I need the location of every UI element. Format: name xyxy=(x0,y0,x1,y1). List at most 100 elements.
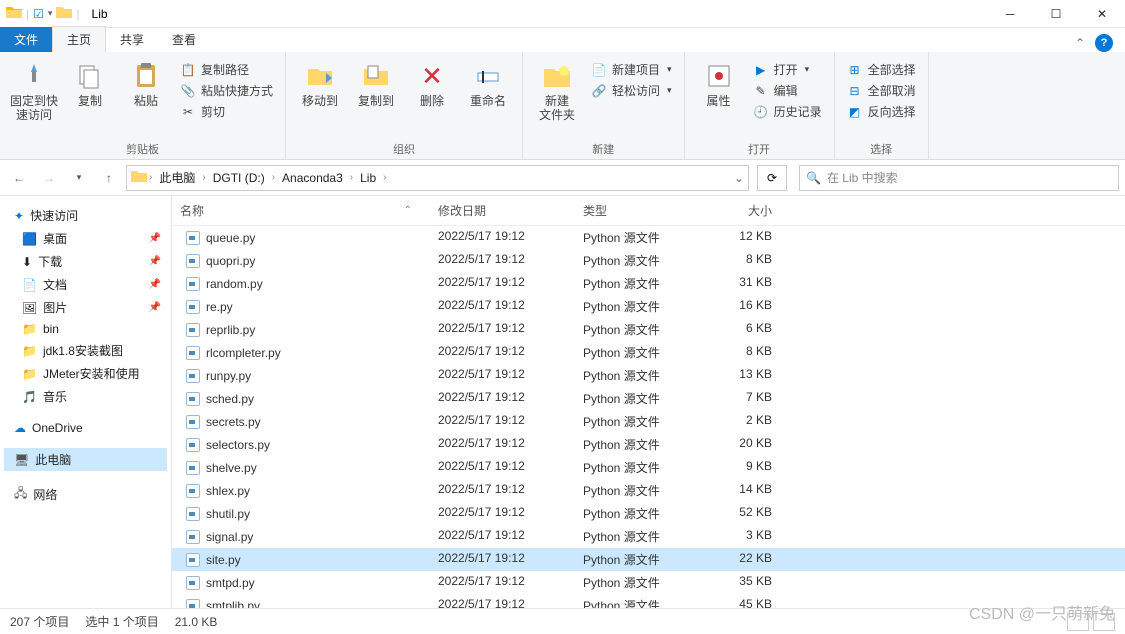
python-file-icon xyxy=(186,576,200,590)
tab-home[interactable]: 主页 xyxy=(52,26,106,52)
breadcrumb[interactable]: 此电脑 xyxy=(154,169,200,186)
file-row[interactable]: random.py2022/5/17 19:12Python 源文件31 KB xyxy=(172,272,1125,295)
cut-button[interactable]: ✂剪切 xyxy=(178,102,275,121)
status-item-count: 207 个项目 xyxy=(10,613,69,630)
file-row[interactable]: smtplib.py2022/5/17 19:12Python 源文件45 KB xyxy=(172,594,1125,608)
copy-to-button[interactable]: 复制到 xyxy=(352,56,400,108)
sidebar-item[interactable]: 📁jdk1.8安装截图 xyxy=(4,339,167,362)
copy-path-button[interactable]: 📋复制路径 xyxy=(178,60,275,79)
document-icon: 📄 xyxy=(22,278,37,292)
sidebar-item[interactable]: 🎵音乐 xyxy=(4,385,167,408)
file-type: Python 源文件 xyxy=(575,595,700,608)
column-headers: 名称⌃ 修改日期 类型 大小 xyxy=(172,196,1125,226)
address-dropdown-icon[interactable]: ⌄ xyxy=(734,171,744,185)
pin-to-quickaccess-button[interactable]: 固定到快速访问 xyxy=(10,56,58,122)
search-input[interactable]: 🔍 在 Lib 中搜索 xyxy=(799,165,1119,191)
back-button[interactable]: ← xyxy=(6,165,32,191)
easy-access-icon: 🔗 xyxy=(591,83,607,99)
file-row[interactable]: shelve.py2022/5/17 19:12Python 源文件9 KB xyxy=(172,456,1125,479)
file-row[interactable]: shlex.py2022/5/17 19:12Python 源文件14 KB xyxy=(172,479,1125,502)
forward-button[interactable]: → xyxy=(36,165,62,191)
file-type: Python 源文件 xyxy=(575,411,700,432)
sidebar-item[interactable]: 📁bin xyxy=(4,319,167,339)
qat-check-icon[interactable]: ☑ xyxy=(33,7,44,21)
sidebar-item[interactable]: ⬇下载📌 xyxy=(4,250,167,273)
tab-file[interactable]: 文件 xyxy=(0,27,52,52)
new-folder-button[interactable]: 新建 文件夹 xyxy=(533,56,581,122)
new-item-icon: 📄 xyxy=(591,62,607,78)
view-large-button[interactable] xyxy=(1093,613,1115,631)
file-row[interactable]: signal.py2022/5/17 19:12Python 源文件3 KB xyxy=(172,525,1125,548)
file-row[interactable]: queue.py2022/5/17 19:12Python 源文件12 KB xyxy=(172,226,1125,249)
tab-view[interactable]: 查看 xyxy=(158,27,210,52)
column-date[interactable]: 修改日期 xyxy=(430,200,575,221)
sidebar-thispc[interactable]: 🖥此电脑 xyxy=(4,448,167,471)
view-details-button[interactable] xyxy=(1067,613,1089,631)
sidebar-network[interactable]: 🖧网络 xyxy=(4,481,167,508)
file-row[interactable]: selectors.py2022/5/17 19:12Python 源文件20 … xyxy=(172,433,1125,456)
file-size: 22 KB xyxy=(700,549,792,570)
sidebar-item[interactable]: 🖼图片📌 xyxy=(4,296,167,319)
history-button[interactable]: 🕘历史记录 xyxy=(751,102,824,121)
sidebar-item[interactable]: 📁JMeter安装和使用 xyxy=(4,362,167,385)
maximize-button[interactable]: ☐ xyxy=(1033,0,1079,28)
up-button[interactable]: ↑ xyxy=(96,165,122,191)
chevron-right-icon[interactable]: › xyxy=(149,172,152,183)
invert-selection-button[interactable]: ◩反向选择 xyxy=(845,102,918,121)
breadcrumb[interactable]: Anaconda3 xyxy=(277,171,348,185)
file-row[interactable]: re.py2022/5/17 19:12Python 源文件16 KB xyxy=(172,295,1125,318)
rename-button[interactable]: 重命名 xyxy=(464,56,512,108)
breadcrumb[interactable]: DGTI (D:) xyxy=(208,171,270,185)
file-row[interactable]: site.py2022/5/17 19:12Python 源文件22 KB xyxy=(172,548,1125,571)
properties-button[interactable]: 属性 xyxy=(695,56,743,108)
python-file-icon xyxy=(186,323,200,337)
address-bar[interactable]: › 此电脑› DGTI (D:)› Anaconda3› Lib› ⌄ xyxy=(126,165,749,191)
sidebar-item-label: jdk1.8安装截图 xyxy=(43,342,123,359)
file-row[interactable]: secrets.py2022/5/17 19:12Python 源文件2 KB xyxy=(172,410,1125,433)
ribbon-collapse-icon[interactable]: ⌃ xyxy=(1075,36,1085,50)
breadcrumb[interactable]: Lib xyxy=(355,171,381,185)
select-all-button[interactable]: ⊞全部选择 xyxy=(845,60,918,79)
qat-dropdown-icon[interactable]: ▾ xyxy=(48,8,53,19)
file-row[interactable]: smtpd.py2022/5/17 19:12Python 源文件35 KB xyxy=(172,571,1125,594)
delete-button[interactable]: ✕删除 xyxy=(408,56,456,108)
chevron-right-icon[interactable]: › xyxy=(383,172,386,183)
sidebar-item-label: 音乐 xyxy=(43,388,67,405)
file-type: Python 源文件 xyxy=(575,250,700,271)
select-none-button[interactable]: ⊟全部取消 xyxy=(845,81,918,100)
file-row[interactable]: shutil.py2022/5/17 19:12Python 源文件52 KB xyxy=(172,502,1125,525)
paste-shortcut-button[interactable]: 📎粘贴快捷方式 xyxy=(178,81,275,100)
easy-access-button[interactable]: 🔗轻松访问▾ xyxy=(589,81,674,100)
file-row[interactable]: sched.py2022/5/17 19:12Python 源文件7 KB xyxy=(172,387,1125,410)
tab-share[interactable]: 共享 xyxy=(106,27,158,52)
chevron-right-icon[interactable]: › xyxy=(272,172,275,183)
titlebar: | ☑ ▾ | Lib ─ ☐ ✕ xyxy=(0,0,1125,28)
file-name: rlcompleter.py xyxy=(206,346,281,360)
column-type[interactable]: 类型 xyxy=(575,200,700,221)
sidebar-item[interactable]: 📄文档📌 xyxy=(4,273,167,296)
column-size[interactable]: 大小 xyxy=(700,200,792,221)
refresh-button[interactable]: ⟳ xyxy=(757,165,787,191)
new-item-button[interactable]: 📄新建项目▾ xyxy=(589,60,674,79)
chevron-right-icon[interactable]: › xyxy=(350,172,353,183)
chevron-right-icon[interactable]: › xyxy=(202,172,205,183)
sidebar-item[interactable]: 🟦桌面📌 xyxy=(4,227,167,250)
file-row[interactable]: rlcompleter.py2022/5/17 19:12Python 源文件8… xyxy=(172,341,1125,364)
file-size: 45 KB xyxy=(700,595,792,608)
file-row[interactable]: runpy.py2022/5/17 19:12Python 源文件13 KB xyxy=(172,364,1125,387)
close-button[interactable]: ✕ xyxy=(1079,0,1125,28)
open-button[interactable]: ▶打开▾ xyxy=(751,60,824,79)
copy-button[interactable]: 复制 xyxy=(66,56,114,108)
sidebar-onedrive[interactable]: ☁OneDrive xyxy=(4,418,167,438)
column-name[interactable]: 名称⌃ xyxy=(172,200,430,221)
paste-button[interactable]: 粘贴 xyxy=(122,56,170,108)
edit-button[interactable]: ✎编辑 xyxy=(751,81,824,100)
file-row[interactable]: quopri.py2022/5/17 19:12Python 源文件8 KB xyxy=(172,249,1125,272)
minimize-button[interactable]: ─ xyxy=(987,0,1033,28)
file-size: 3 KB xyxy=(700,526,792,547)
help-icon[interactable]: ? xyxy=(1095,34,1113,52)
move-to-button[interactable]: 移动到 xyxy=(296,56,344,108)
sidebar-quickaccess[interactable]: ✦快速访问 xyxy=(4,204,167,227)
file-row[interactable]: reprlib.py2022/5/17 19:12Python 源文件6 KB xyxy=(172,318,1125,341)
recent-dropdown[interactable]: ▾ xyxy=(66,165,92,191)
